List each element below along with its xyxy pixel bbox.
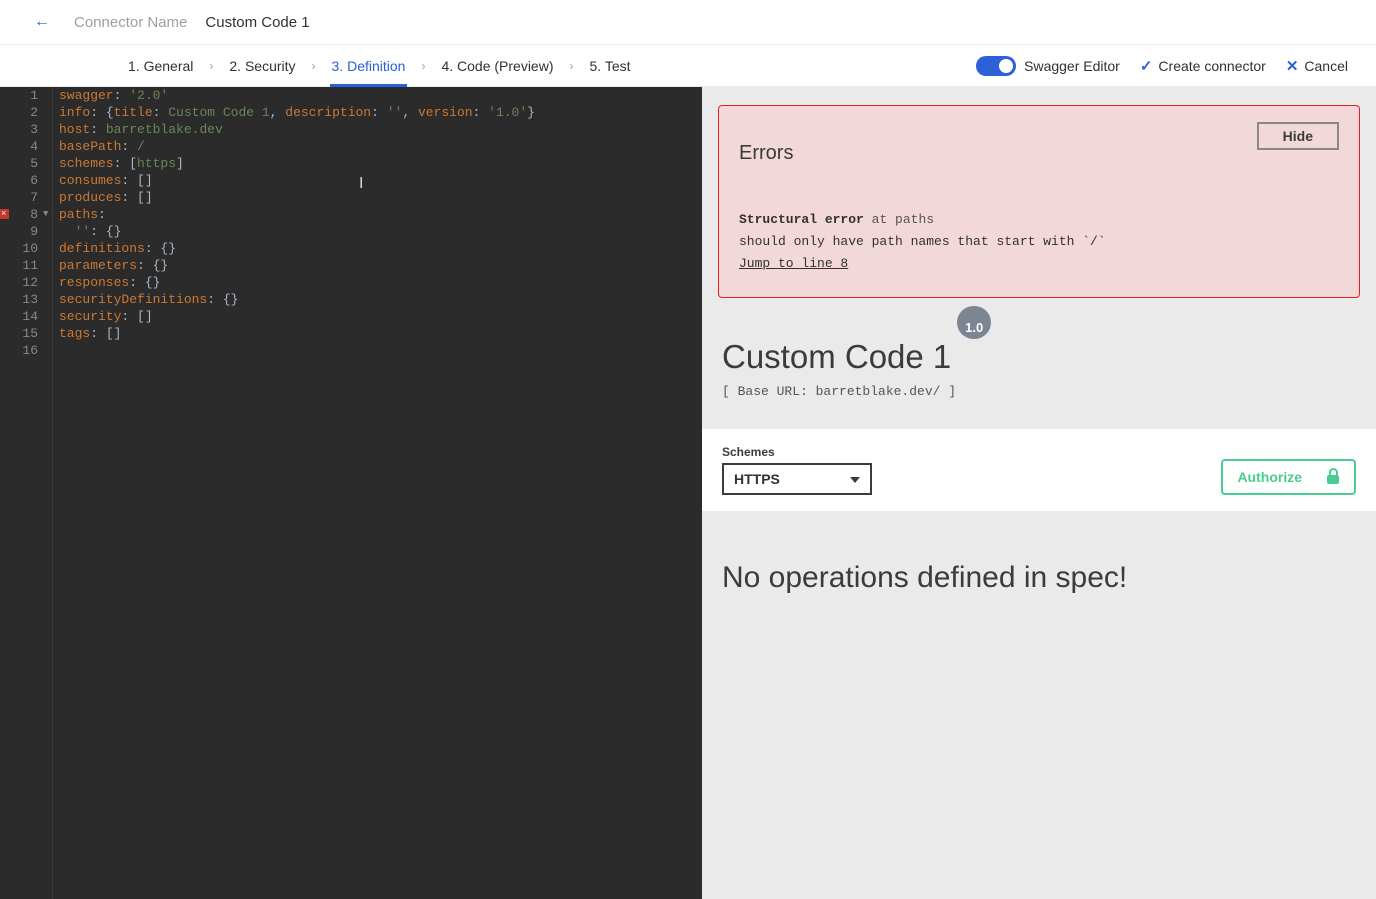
swagger-editor-toggle-group: Swagger Editor [976,56,1120,76]
lock-icon [1326,470,1340,484]
code-editor[interactable]: 12345678910111213141516 I swagger: '2.0'… [0,87,702,899]
cancel-button[interactable]: ✕ Cancel [1286,57,1348,75]
line-number: 9 [9,223,38,240]
chevron-right-icon: › [570,59,574,73]
line-number: 10 [9,240,38,257]
line-number: 6 [9,172,38,189]
line-number: 1 [9,87,38,104]
code-line[interactable] [59,342,702,359]
error-location: at paths [872,212,934,227]
wizard-tab-bar: 1. General › 2. Security › 3. Definition › 4. … [0,44,1376,87]
code-area[interactable]: I swagger: '2.0'info: {title: Custom Cod… [53,87,702,899]
code-line[interactable]: consumes: [] [59,172,702,189]
code-line[interactable]: security: [] [59,308,702,325]
text-cursor-icon: I [359,175,363,192]
swagger-editor-toggle[interactable] [976,56,1016,76]
cancel-label: Cancel [1304,58,1348,74]
errors-panel: Errors Hide Structural error at paths sh… [718,105,1360,298]
workspace: 12345678910111213141516 I swagger: '2.0'… [0,87,1376,899]
errors-title: Errors [739,142,793,165]
line-number: 7 [9,189,38,206]
line-number: 15 [9,325,38,342]
jump-to-line-link[interactable]: Jump to line 8 [739,253,1339,275]
code-line[interactable]: parameters: {} [59,257,702,274]
tab-step-1[interactable]: 1. General [126,48,195,84]
line-number: 4 [9,138,38,155]
line-number: 14 [9,308,38,325]
tab-step-4[interactable]: 4. Code (Preview) [439,48,555,84]
code-line[interactable]: schemes: [https] [59,155,702,172]
line-number: 5 [9,155,38,172]
schemes-group: Schemes HTTPS [722,445,872,495]
chevron-right-icon: › [209,59,213,73]
close-icon: ✕ [1286,57,1299,75]
error-gutter [0,87,9,899]
authorize-button[interactable]: Authorize [1221,459,1356,495]
schemes-label: Schemes [722,445,872,459]
tab-step-3[interactable]: 3. Definition [330,48,408,84]
code-line[interactable]: info: {title: Custom Code 1, description… [59,104,702,121]
tab-step-2[interactable]: 2. Security [227,48,297,84]
line-number: 3 [9,121,38,138]
breadcrumb-connector-label: Connector Name [74,14,187,31]
error-heading: Structural error [739,212,864,227]
error-marker-icon[interactable] [0,209,9,219]
line-number: 13 [9,291,38,308]
code-line[interactable]: basePath: / [59,138,702,155]
line-number: 16 [9,342,38,359]
scheme-select[interactable]: HTTPS [722,463,872,495]
version-badge: 1.0 [957,306,991,339]
chevron-right-icon: › [312,59,316,73]
code-line[interactable]: definitions: {} [59,240,702,257]
api-title: Custom Code 1 [722,338,951,376]
code-line[interactable]: ▼paths: [59,206,702,223]
fold-caret-icon[interactable]: ▼ [43,206,48,223]
check-icon: ✓ [1140,57,1153,75]
code-line[interactable]: produces: [] [59,189,702,206]
error-detail: Structural error at paths should only ha… [739,209,1339,275]
code-line[interactable]: responses: {} [59,274,702,291]
schemes-bar: Schemes HTTPS Authorize [702,429,1376,511]
back-arrow-icon[interactable]: ← [28,9,56,35]
line-number: 8 [9,206,38,223]
swagger-editor-toggle-label: Swagger Editor [1024,58,1120,74]
base-url: [ Base URL: barretblake.dev/ ] [722,384,1356,399]
api-header: Custom Code 1 1.0 [ Base URL: barretblak… [718,338,1360,429]
line-number: 12 [9,274,38,291]
swagger-preview: Errors Hide Structural error at paths sh… [702,87,1376,899]
authorize-label: Authorize [1237,469,1302,485]
code-line[interactable]: securityDefinitions: {} [59,291,702,308]
header-actions: Swagger Editor ✓ Create connector ✕ Canc… [976,56,1348,76]
code-line[interactable]: tags: [] [59,325,702,342]
hide-errors-button[interactable]: Hide [1257,122,1339,150]
code-line[interactable]: swagger: '2.0' [59,87,702,104]
create-connector-label: Create connector [1158,58,1265,74]
no-operations-message: No operations defined in spec! [722,561,1356,595]
chevron-right-icon: › [421,59,425,73]
code-line[interactable]: '': {} [59,223,702,240]
line-number: 2 [9,104,38,121]
tab-step-5[interactable]: 5. Test [588,48,633,84]
breadcrumb-connector-name: Custom Code 1 [205,14,309,31]
create-connector-button[interactable]: ✓ Create connector [1140,57,1266,75]
code-line[interactable]: host: barretblake.dev [59,121,702,138]
wizard-tabs: 1. General › 2. Security › 3. Definition › 4. … [126,48,633,84]
line-number: 11 [9,257,38,274]
page-header: ← Connector Name Custom Code 1 [0,0,1376,44]
error-message: should only have path names that start w… [739,231,1339,253]
